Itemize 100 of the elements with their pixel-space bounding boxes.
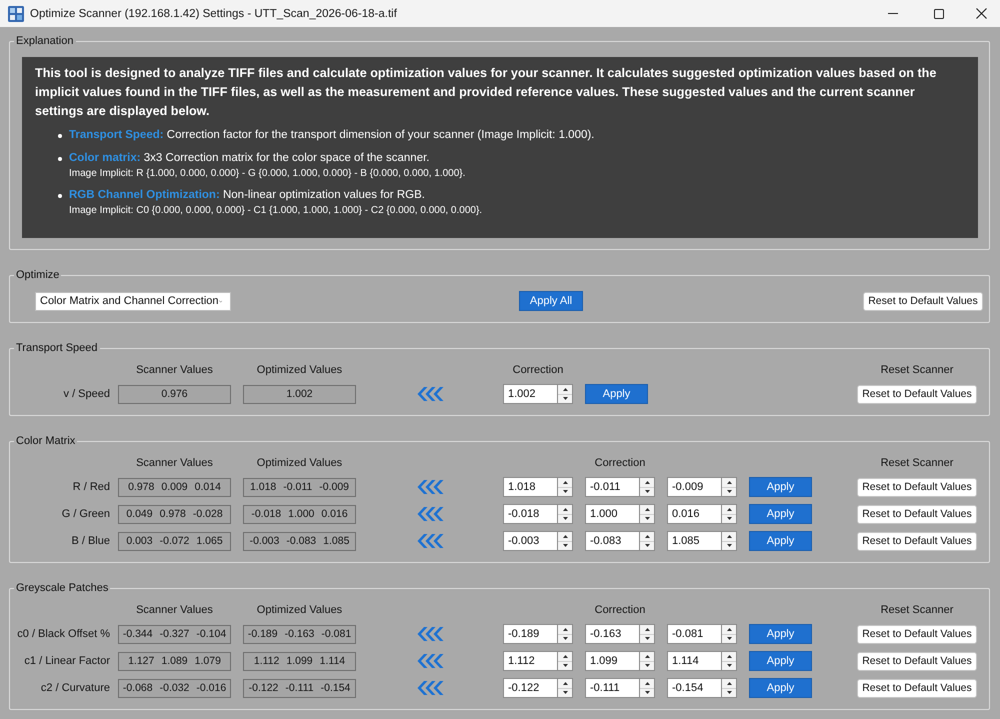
reset-button[interactable]: Reset to Default Values xyxy=(857,652,977,670)
spin-up-button[interactable] xyxy=(722,625,736,634)
number-input[interactable]: 1.099 xyxy=(585,651,639,671)
number-input[interactable]: 0.016 xyxy=(667,504,721,524)
detail-text: Image Implicit: R {1.000, 0.000, 0.000} - G {0.000, 1.000, 0.000} - B {0.000, 0.000, 1.000}. xyxy=(69,167,466,181)
spin-up-button[interactable] xyxy=(558,505,572,514)
spin-up-button[interactable] xyxy=(640,478,654,486)
number-input[interactable]: 1.085 xyxy=(667,531,721,551)
field-value: 1.079 xyxy=(194,655,221,667)
spin-up-button[interactable] xyxy=(558,652,572,660)
caret-up-icon xyxy=(726,480,732,484)
app-icon xyxy=(8,6,24,22)
caret-up-icon xyxy=(562,628,568,631)
reset-button[interactable]: Reset to Default Values xyxy=(857,478,977,496)
spin-up-button[interactable] xyxy=(640,505,654,514)
number-input[interactable]: -0.081 xyxy=(667,624,721,644)
number-input[interactable]: 1.018 xyxy=(503,477,557,497)
apply-button[interactable]: Apply xyxy=(749,678,812,698)
row-label: v / Speed xyxy=(64,388,110,400)
close-icon xyxy=(976,8,986,19)
field-value: -0.154 xyxy=(320,682,350,694)
caret-down-icon xyxy=(644,637,650,640)
number-input[interactable]: -0.083 xyxy=(585,531,639,551)
reset-button[interactable]: Reset to Default Values xyxy=(857,678,977,698)
field-value: -0.072 xyxy=(160,535,190,547)
spin-up-button[interactable] xyxy=(722,478,736,486)
caret-up-icon xyxy=(644,628,650,631)
reset-button[interactable]: Reset to Default Values xyxy=(857,384,977,404)
spin-up-button[interactable] xyxy=(722,532,736,540)
number-input[interactable]: -0.122 xyxy=(503,678,557,698)
field-value: -0.032 xyxy=(160,682,190,694)
spin-up-button[interactable] xyxy=(640,625,654,634)
reset-button[interactable]: Reset to Default Values xyxy=(857,532,977,550)
triple-chevron-left-icon xyxy=(416,479,444,495)
spin-up-button[interactable] xyxy=(558,679,572,688)
number-input[interactable]: -0.003 xyxy=(503,531,557,551)
apply-all-button[interactable]: Apply All xyxy=(519,291,583,311)
field-value: -0.163 xyxy=(284,628,314,640)
spin-up-button[interactable] xyxy=(640,532,654,540)
row-label: B / Blue xyxy=(71,535,110,547)
reset-button[interactable]: Reset to Default Values xyxy=(857,504,977,524)
field-value: -0.344 xyxy=(122,628,153,640)
apply-button[interactable]: Apply xyxy=(749,531,812,551)
caret-up-icon xyxy=(562,480,568,484)
triple-chevron-left-icon xyxy=(416,653,444,669)
spin-up-button[interactable] xyxy=(722,652,736,660)
field-value: 1.089 xyxy=(161,655,188,667)
number-input[interactable]: 1.114 xyxy=(667,651,721,671)
number-input[interactable]: -0.009 xyxy=(667,477,721,497)
caret-down-icon xyxy=(562,637,568,640)
caret-down-icon xyxy=(726,637,732,640)
maximize-icon xyxy=(934,8,944,18)
bullet-icon xyxy=(58,157,62,161)
number-input[interactable]: -0.163 xyxy=(585,624,639,644)
spin-up-button[interactable] xyxy=(558,478,572,486)
caret-down-icon xyxy=(644,544,650,548)
spin-up-button[interactable] xyxy=(640,652,654,660)
number-input[interactable]: 1.002 xyxy=(503,384,557,404)
number-input[interactable]: 1.112 xyxy=(503,651,557,671)
mode-dropdown[interactable]: Color Matrix and Channel Correction xyxy=(35,292,231,310)
spin-up-button[interactable] xyxy=(558,625,572,634)
caret-up-icon xyxy=(562,388,568,391)
field-value: 1.018 xyxy=(250,481,276,493)
caret-down-icon xyxy=(562,490,568,494)
triple-chevron-left-icon xyxy=(416,386,444,402)
spin-up-button[interactable] xyxy=(722,679,736,688)
field-value: -0.111 xyxy=(285,682,314,694)
number-input[interactable]: -0.189 xyxy=(503,624,557,644)
intro-text: This tool is designed to analyze TIFF files and calculate optimization values for your scanner. It calculates suggested optimization values based on the implicit values found in the TIFF files, as well as the measurement and provided reference values. These suggested values and the current scanner settings are displayed below. xyxy=(35,65,938,120)
apply-button[interactable]: Apply xyxy=(749,624,812,644)
apply-button[interactable]: Apply xyxy=(749,504,812,524)
spin-up-button[interactable] xyxy=(722,505,736,514)
window-title: Optimize Scanner (192.168.1.42) Settings - UTT_Scan_2026-06-18-a.tif xyxy=(30,8,397,20)
spin-up-button[interactable] xyxy=(558,385,572,394)
number-input[interactable]: -0.111 xyxy=(585,678,639,698)
number-input[interactable]: 1.000 xyxy=(585,504,639,524)
spin-up-button[interactable] xyxy=(558,532,572,540)
caret-down-icon xyxy=(726,691,732,694)
number-input[interactable]: -0.011 xyxy=(585,477,639,497)
column-header: Reset Scanner xyxy=(880,604,954,616)
caret-up-icon xyxy=(562,508,568,511)
field-value: 0.978 xyxy=(128,481,154,493)
caret-down-icon xyxy=(562,517,568,520)
reset-button[interactable]: Reset to Default Values xyxy=(857,624,977,644)
apply-button[interactable]: Apply xyxy=(749,477,812,497)
field-value: -0.081 xyxy=(321,628,352,640)
triple-chevron-left-icon xyxy=(416,626,444,642)
apply-button[interactable]: Apply xyxy=(749,651,812,671)
field-value: -0.009 xyxy=(319,481,350,493)
row-label: c2 / Curvature xyxy=(40,682,110,694)
number-input[interactable]: -0.154 xyxy=(667,678,721,698)
triple-chevron-left-icon xyxy=(416,533,444,549)
apply-button[interactable]: Apply xyxy=(585,384,648,404)
caret-down-icon xyxy=(562,544,568,548)
reset-button[interactable]: Reset to Default Values xyxy=(863,292,983,310)
caret-up-icon xyxy=(644,682,650,685)
number-input[interactable]: -0.018 xyxy=(503,504,557,524)
field-value: -0.016 xyxy=(196,682,226,694)
group-title: Greyscale Patches xyxy=(15,581,110,595)
spin-up-button[interactable] xyxy=(640,679,654,688)
